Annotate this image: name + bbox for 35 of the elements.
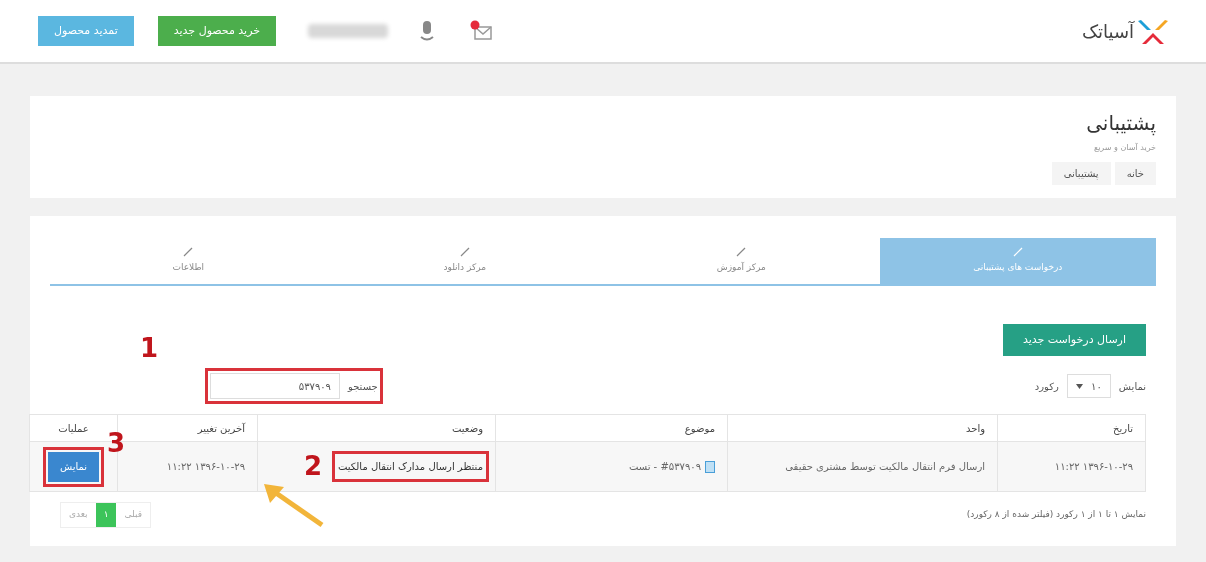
length-label: نمایش (1118, 379, 1146, 394)
document-icon (705, 460, 715, 473)
page-size-select[interactable]: ۱۰ (1066, 374, 1111, 398)
tab[interactable]: مرکز دانلود (326, 238, 603, 284)
status-text: منتظر ارسال مدارک انتقال مالکیت (337, 460, 483, 474)
breadcrumb-link[interactable]: پشتیبانی (1051, 162, 1111, 185)
table-info: نمایش ۱ تا ۱ از ۱ رکورد (فیلتر شده از ۸ رکورد) (966, 508, 1146, 521)
subject-link[interactable]: #۵۳۷۹۰۹ - تست (628, 459, 701, 474)
step-number: 2 (303, 453, 323, 479)
table-cell: ارسال فرم انتقال مالکیت توسط مشتری حقیقی (727, 441, 998, 492)
length-label: رکورد (1034, 379, 1059, 394)
pencil-icon (459, 247, 470, 258)
pencil-icon (1012, 247, 1023, 258)
logo[interactable]: آسیاتک (1081, 16, 1168, 46)
highlight-frame (42, 446, 105, 487)
tab[interactable]: اطلاعات (50, 238, 327, 284)
search-label: جستجو (348, 379, 378, 394)
pencil-icon (736, 247, 747, 258)
breadcrumb-link[interactable]: خانه (1114, 162, 1156, 185)
show-button[interactable]: نمایش (47, 451, 100, 482)
column-header[interactable]: وضعیت (257, 414, 496, 442)
table-cell: ۱۳۹۶-۱۰-۲۹ ۱۱:۲۲ (997, 441, 1146, 492)
dropdown-icon (1075, 383, 1083, 389)
page-title: پشتیبانی (1085, 110, 1156, 138)
column-header[interactable]: تاریخ (997, 414, 1146, 442)
page-subtitle: خرید آسان و سریع (1092, 142, 1156, 154)
search-field[interactable]: ۵۳۷۹۰۹ (210, 373, 340, 399)
step-number: 1 (140, 335, 159, 361)
new-request-button[interactable]: ارسال درخواست جدید (1002, 324, 1146, 356)
microphone-icon[interactable] (420, 21, 435, 41)
mail-icon[interactable] (470, 20, 495, 42)
column-header[interactable]: موضوع (495, 414, 728, 442)
column-header[interactable]: واحد (727, 414, 998, 442)
tab[interactable]: مرکز آموزش (603, 238, 880, 284)
pencil-icon (183, 247, 194, 258)
